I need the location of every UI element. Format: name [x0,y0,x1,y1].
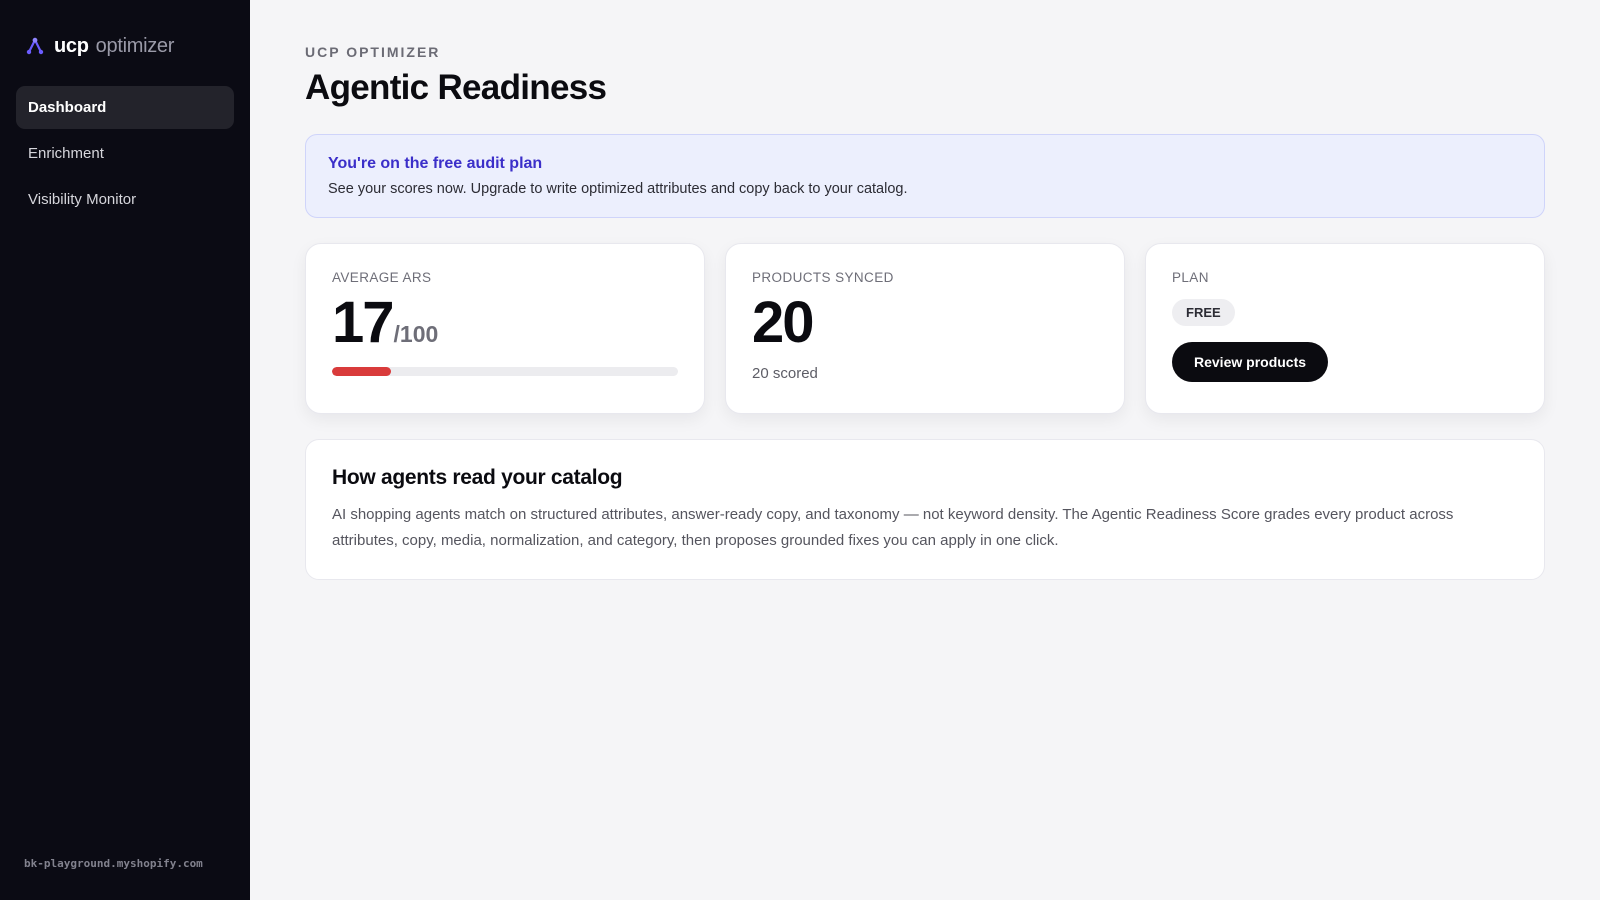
brand-name: ucp [54,34,89,57]
plan-card: PLAN FREE Review products [1145,243,1545,414]
sidebar-item-enrichment[interactable]: Enrichment [16,132,234,175]
notice-title: You're on the free audit plan [328,155,543,172]
products-synced-label: PRODUCTS SYNCED [752,270,894,285]
review-products-button[interactable]: Review products [1172,342,1329,382]
average-ars-score: 17 /100 [332,293,678,353]
products-synced-number: 20 [752,293,1098,353]
plan-badge: FREE [1172,299,1235,326]
products-synced-card: PRODUCTS SYNCED 20 20 scored [725,243,1125,414]
main-content: UCP OPTIMIZER Agentic Readiness You're o… [250,0,1600,900]
store-domain: bk-playground.myshopify.com [24,857,203,870]
notice-text: See your scores now. Upgrade to write op… [328,181,908,197]
info-title: How agents read your catalog [332,466,623,489]
stat-cards: AVERAGE ARS 17 /100 PRODUCTS SYNCED 20 2… [305,243,1545,414]
average-ars-value: 17 [332,290,394,355]
page-eyebrow: UCP OPTIMIZER [305,44,441,60]
catalog-info-card: How agents read your catalog AI shopping… [305,439,1545,580]
products-synced-value: 20 [752,290,814,355]
average-ars-suffix: /100 [393,321,439,347]
sidebar: ucp optimizer Dashboard Enrichment Visib… [0,0,250,900]
brand[interactable]: ucp optimizer [0,0,250,62]
ars-progress-bar [332,367,678,376]
average-ars-card: AVERAGE ARS 17 /100 [305,243,705,414]
info-text: AI shopping agents match on structured a… [332,506,1454,549]
products-scored-text: 20 scored [752,365,818,382]
page-title: Agentic Readiness [305,68,607,107]
tripod-logo-icon [26,37,44,55]
sidebar-nav: Dashboard Enrichment Visibility Monitor [0,86,250,221]
plan-label: PLAN [1172,270,1209,285]
sidebar-item-visibility-monitor[interactable]: Visibility Monitor [16,178,234,221]
sidebar-item-dashboard[interactable]: Dashboard [16,86,234,129]
ars-progress-fill [332,367,391,376]
plan-notice: You're on the free audit plan See your s… [305,134,1545,218]
average-ars-label: AVERAGE ARS [332,270,432,285]
brand-subtitle: optimizer [95,34,175,57]
